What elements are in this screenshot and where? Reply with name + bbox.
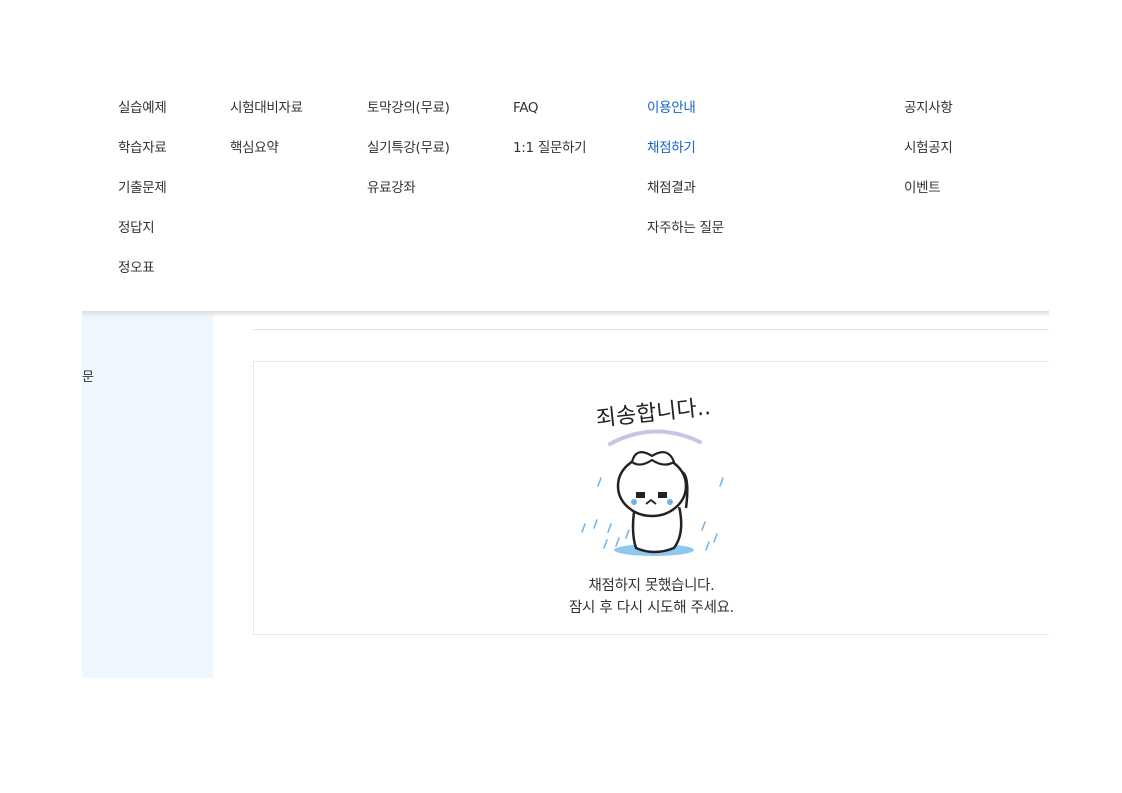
mega-menu: 실습예제 학습자료 기출문제 정답지 정오표 시험대비자료 핵심요약 토막강의(…	[82, 0, 1049, 312]
menu-item-events[interactable]: 이벤트	[904, 176, 952, 216]
menu-column-practice: 실습예제 학습자료 기출문제 정답지 정오표	[118, 96, 167, 296]
menu-item-paid-courses[interactable]: 유료강좌	[367, 176, 450, 216]
menu-item-short-lectures[interactable]: 토막강의(무료)	[367, 96, 450, 136]
menu-item-grade[interactable]: 채점하기	[647, 136, 724, 176]
error-message-line1: 채점하지 못했습니다.	[588, 578, 715, 594]
menu-item-notices[interactable]: 공지사항	[904, 96, 953, 136]
menu-column-lectures: 토막강의(무료) 실기특강(무료) 유료강좌	[367, 96, 450, 216]
menu-item-errata[interactable]: 정오표	[118, 256, 166, 296]
menu-shadow	[82, 311, 1049, 317]
sidebar	[82, 312, 213, 678]
menu-column-support: FAQ 1:1 질문하기	[513, 96, 587, 176]
menu-item-practical-lectures[interactable]: 실기특강(무료)	[367, 136, 450, 176]
menu-item-key-summary[interactable]: 핵심요약	[230, 136, 303, 176]
menu-column-exam-prep: 시험대비자료 핵심요약	[230, 96, 303, 176]
error-message-line2: 잠시 후 다시 시도해 주세요.	[569, 600, 734, 616]
menu-item-one-on-one-question[interactable]: 1:1 질문하기	[513, 136, 587, 176]
menu-column-notices: 공지사항 시험공지 이벤트	[904, 96, 953, 216]
menu-item-practice-examples[interactable]: 실습예제	[118, 96, 167, 136]
sorry-lettering: 죄송합니다..	[595, 395, 712, 432]
menu-column-grading: 이용안내 채점하기 채점결과 자주하는 질문	[647, 96, 724, 256]
menu-item-exam-prep-materials[interactable]: 시험대비자료	[230, 96, 303, 136]
sorry-mascot-illustration: 죄송합니다..	[581, 395, 724, 556]
content-divider	[253, 329, 1049, 330]
menu-item-frequent-questions[interactable]: 자주하는 질문	[647, 216, 724, 256]
menu-item-faq[interactable]: FAQ	[513, 96, 586, 136]
menu-item-past-exams[interactable]: 기출문제	[118, 176, 167, 216]
menu-item-answer-sheet[interactable]: 정답지	[118, 216, 166, 256]
menu-item-usage-guide[interactable]: 이용안내	[647, 96, 724, 136]
sidebar-item-label[interactable]: 문	[82, 366, 94, 385]
error-message-box: 죄송합니다.. 채점하지 못했습니다. 잠시 후 다시 시도해 주세요.	[253, 361, 1049, 635]
menu-item-study-materials[interactable]: 학습자료	[118, 136, 167, 176]
menu-item-exam-notices[interactable]: 시험공지	[904, 136, 953, 176]
menu-item-grade-results[interactable]: 채점결과	[647, 176, 724, 216]
